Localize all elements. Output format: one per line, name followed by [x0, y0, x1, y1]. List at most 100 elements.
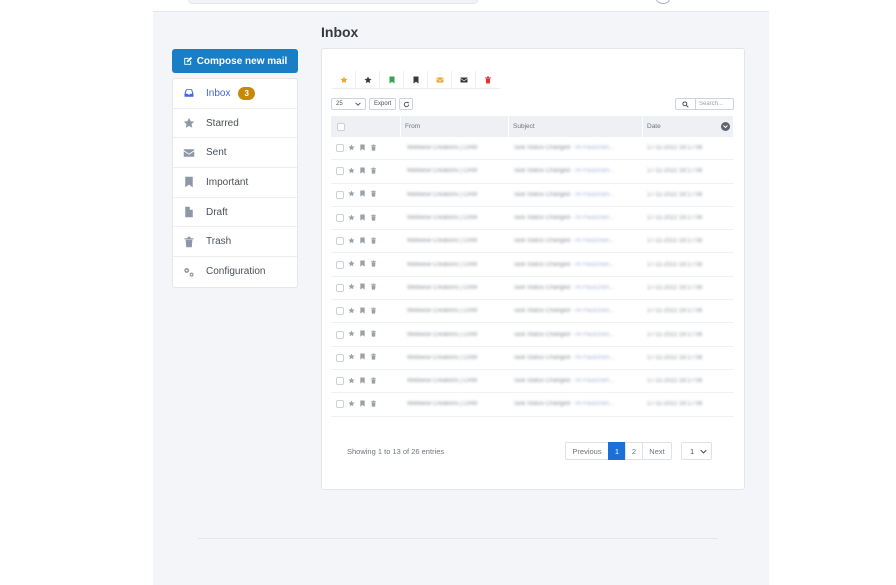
table-row[interactable]: Webwise Creations | CRM Task Status Chang…: [331, 370, 734, 394]
star-icon[interactable]: [348, 307, 355, 316]
table-row[interactable]: Webwise Creations | CRM Task Status Chang…: [331, 393, 734, 417]
bookmark-icon[interactable]: [359, 377, 366, 386]
row-checkbox[interactable]: [336, 283, 344, 292]
bookmark-icon[interactable]: [359, 400, 366, 409]
row-checkbox[interactable]: [336, 353, 344, 362]
row-date: 17-11-2022 18:17:08: [647, 261, 703, 268]
page-size-select[interactable]: 25: [331, 98, 366, 110]
mail-folder-menu: Inbox 3 Starred Sent Important Draft Trash Conf…: [172, 78, 298, 288]
compose-button[interactable]: Compose new mail: [172, 49, 298, 73]
row-checkbox[interactable]: [336, 307, 344, 316]
menu-item-label: Trash: [206, 236, 232, 248]
star-icon[interactable]: [348, 190, 355, 199]
star-icon[interactable]: [348, 283, 355, 292]
trash-icon[interactable]: [370, 377, 377, 386]
table-row[interactable]: Webwise Creations | CRM Task Status Chang…: [331, 184, 734, 207]
star-icon[interactable]: [348, 353, 355, 362]
row-checkbox[interactable]: [336, 400, 344, 409]
menu-item-sent[interactable]: Sent: [173, 138, 297, 169]
previous-page-button[interactable]: Previous: [565, 442, 609, 460]
filter-button-2[interactable]: [356, 71, 380, 88]
sort-toggle-icon[interactable]: [721, 122, 730, 131]
bookmark-icon[interactable]: [359, 144, 366, 153]
menu-item-starred[interactable]: Starred: [173, 109, 297, 139]
row-from: Webwise Creations | CRM: [407, 145, 478, 152]
trash-icon[interactable]: [370, 307, 377, 316]
bookmark-icon[interactable]: [359, 307, 366, 316]
page-jump-select[interactable]: 1: [681, 442, 712, 460]
select-all-checkbox[interactable]: [337, 122, 345, 131]
trash-icon[interactable]: [370, 167, 377, 176]
bookmark-icon[interactable]: [359, 213, 366, 223]
user-avatar[interactable]: [656, 0, 670, 4]
trash-icon[interactable]: [370, 260, 377, 269]
row-checkbox[interactable]: [336, 377, 344, 386]
filter-button-4[interactable]: [404, 71, 428, 88]
star-icon[interactable]: [348, 237, 355, 246]
bookmark-icon[interactable]: [359, 167, 366, 176]
bookmark-icon[interactable]: [359, 283, 366, 292]
table-row[interactable]: Webwise Creations | CRM Task Status Chang…: [331, 160, 734, 184]
filter-button-5[interactable]: [428, 71, 452, 88]
header-from[interactable]: From: [401, 116, 509, 137]
search-button[interactable]: [675, 98, 696, 110]
row-actions: [331, 167, 401, 176]
table-row[interactable]: Webwise Creations | CRM Task Status Chang…: [331, 347, 734, 370]
trash-icon[interactable]: [370, 400, 377, 409]
menu-item-important[interactable]: Important: [173, 168, 297, 198]
trash-icon[interactable]: [370, 330, 377, 339]
header-subject[interactable]: Subject: [509, 116, 643, 137]
header-select-all[interactable]: [331, 116, 401, 137]
star-icon[interactable]: [348, 377, 355, 386]
row-checkbox[interactable]: [336, 330, 344, 339]
star-icon[interactable]: [348, 144, 355, 153]
row-checkbox[interactable]: [336, 237, 344, 246]
row-checkbox[interactable]: [336, 214, 344, 223]
bookmark-icon[interactable]: [359, 237, 366, 246]
search-input[interactable]: [696, 98, 734, 110]
menu-item-trash[interactable]: Trash: [173, 227, 297, 258]
trash-icon[interactable]: [370, 190, 377, 199]
trash-icon[interactable]: [370, 353, 377, 362]
table-row[interactable]: Webwise Creations | CRM Task Status Chang…: [331, 230, 734, 254]
star-icon[interactable]: [348, 167, 355, 176]
table-row[interactable]: Webwise Creations | CRM Task Status Chang…: [331, 323, 734, 347]
menu-item-draft[interactable]: Draft: [173, 198, 297, 228]
star-icon: [182, 117, 195, 130]
bookmark-icon[interactable]: [359, 190, 366, 199]
trash-icon[interactable]: [370, 237, 377, 246]
bookmark-icon[interactable]: [359, 260, 366, 269]
table-row[interactable]: Webwise Creations | CRM Task Status Chang…: [331, 137, 734, 161]
bookmark-icon[interactable]: [359, 330, 366, 339]
table-row[interactable]: Webwise Creations | CRM Task Status Chang…: [331, 300, 734, 324]
star-icon[interactable]: [348, 330, 355, 339]
table-row[interactable]: Webwise Creations | CRM Task Status Chang…: [331, 277, 734, 301]
trash-icon[interactable]: [370, 283, 377, 292]
star-icon[interactable]: [348, 400, 355, 409]
filter-button-7[interactable]: [476, 71, 500, 88]
row-checkbox[interactable]: [336, 190, 344, 199]
next-page-button[interactable]: Next: [642, 442, 672, 460]
refresh-button[interactable]: [399, 98, 414, 110]
filter-button-3[interactable]: [380, 71, 404, 88]
row-checkbox[interactable]: [336, 260, 344, 269]
table-row[interactable]: Webwise Creations | CRM Task Status Chang…: [331, 253, 734, 277]
row-subject-preview: - Hi PaulDram...: [570, 401, 615, 408]
star-icon[interactable]: [348, 213, 355, 223]
filter-button-6[interactable]: [452, 71, 476, 88]
table-row[interactable]: Webwise Creations | CRM Task Status Chang…: [331, 207, 734, 231]
global-search-input[interactable]: [188, 0, 478, 4]
trash-icon[interactable]: [370, 213, 377, 223]
trash-icon[interactable]: [370, 144, 377, 153]
page-1-button[interactable]: 1: [608, 442, 626, 460]
row-date: 17-11-2022 18:17:08: [647, 145, 703, 152]
menu-item-inbox[interactable]: Inbox 3: [173, 79, 297, 109]
row-checkbox[interactable]: [336, 144, 344, 153]
bookmark-icon[interactable]: [359, 353, 366, 362]
menu-item-configuration[interactable]: Configuration: [173, 257, 297, 287]
page-2-button[interactable]: 2: [625, 442, 643, 460]
export-button[interactable]: Export: [369, 98, 397, 110]
filter-button-1[interactable]: [332, 71, 356, 88]
star-icon[interactable]: [348, 260, 355, 269]
row-checkbox[interactable]: [336, 167, 344, 176]
